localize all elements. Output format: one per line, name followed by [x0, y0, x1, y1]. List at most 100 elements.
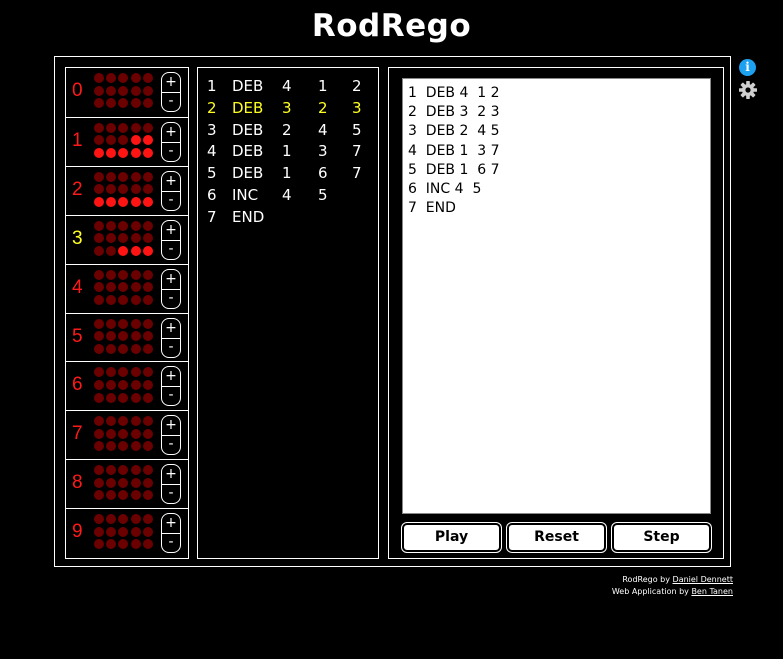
bead [106, 465, 117, 476]
bead [130, 135, 141, 146]
increment-button[interactable]: + [162, 465, 180, 486]
app-title: RodRego [311, 8, 472, 44]
register-row-6: 6 + - [66, 361, 188, 409]
info-icon[interactable]: i [739, 59, 756, 76]
register-stepper: + - [161, 464, 181, 505]
register-stepper: + - [161, 415, 181, 456]
decrement-button[interactable]: - [162, 289, 180, 308]
bead [118, 514, 129, 525]
decrement-button[interactable]: - [162, 92, 180, 111]
bead [142, 539, 153, 550]
bead [94, 294, 104, 305]
register-beads [94, 318, 158, 359]
bead [118, 441, 129, 452]
increment-button[interactable]: + [162, 73, 180, 93]
decrement-button[interactable]: - [162, 484, 180, 503]
webapp-author-link[interactable]: Ben Tanen [691, 587, 733, 596]
bead [142, 122, 153, 133]
bead [94, 428, 104, 439]
program-line-a: 2 [282, 120, 292, 139]
bead [130, 331, 141, 342]
program-line-b: 4 [318, 120, 328, 139]
bead [94, 367, 104, 378]
bead [94, 148, 104, 159]
program-line-op: INC [232, 186, 259, 204]
register-number: 2 [72, 178, 83, 200]
increment-button[interactable]: + [162, 172, 180, 192]
bead [118, 343, 129, 354]
register-stepper: + - [161, 121, 181, 162]
bead [106, 85, 117, 96]
bead [142, 367, 153, 378]
bead [142, 428, 153, 439]
increment-button[interactable]: + [162, 270, 180, 290]
program-editor[interactable] [402, 78, 711, 514]
step-button[interactable]: Step [612, 523, 711, 552]
bead [142, 220, 153, 231]
bead [118, 220, 129, 231]
decrement-button[interactable]: - [162, 142, 180, 161]
increment-button[interactable]: + [162, 221, 180, 241]
reset-button[interactable]: Reset [507, 523, 606, 552]
decrement-button[interactable]: - [162, 191, 180, 210]
bead [94, 490, 104, 501]
bead [94, 465, 104, 476]
bead [106, 171, 117, 182]
decrement-button[interactable]: - [162, 386, 180, 405]
bead [118, 331, 129, 342]
bead [142, 282, 153, 293]
register-beads [94, 171, 158, 212]
program-line: 1 DEB 4 1 2 [198, 77, 378, 99]
bead [142, 441, 153, 452]
bead [130, 233, 141, 244]
decrement-button[interactable]: - [162, 338, 180, 357]
increment-button[interactable]: + [162, 319, 180, 339]
bead [118, 85, 129, 96]
bead [94, 318, 104, 329]
decrement-button[interactable]: - [162, 533, 180, 552]
bead [130, 196, 141, 207]
bead [142, 135, 153, 146]
bead [118, 245, 129, 256]
register-number: 0 [72, 80, 83, 101]
bead [118, 416, 129, 427]
bead [106, 343, 117, 354]
bead [94, 98, 104, 109]
decrement-button[interactable]: - [162, 240, 180, 259]
increment-button[interactable]: + [162, 416, 180, 437]
program-line-num: 5 [207, 164, 217, 183]
decrement-button[interactable]: - [162, 435, 180, 454]
program-line-num: 2 [207, 98, 217, 117]
bead [142, 245, 153, 256]
program-line-a: 4 [282, 186, 292, 204]
bead [94, 184, 104, 195]
play-button[interactable]: Play [402, 523, 501, 552]
bead [130, 318, 141, 329]
credits-line-webapp: Web Application by Ben Tanen [612, 586, 733, 598]
bead [118, 73, 129, 83]
bead [118, 428, 129, 439]
credits-webapp-prefix: Web Application by [611, 587, 692, 596]
program-line-num: 7 [207, 207, 217, 226]
author-link[interactable]: Daniel Dennett [673, 575, 733, 584]
bead [106, 135, 117, 146]
gear-icon[interactable] [738, 80, 758, 100]
register-number: 5 [72, 325, 83, 347]
credits-line-author: RodRego by Daniel Dennett [612, 574, 733, 586]
bead [142, 514, 153, 525]
bead [94, 73, 104, 83]
program-line-num: 1 [207, 77, 217, 95]
increment-button[interactable]: + [162, 123, 180, 143]
increment-button[interactable]: + [162, 367, 180, 388]
bead [130, 379, 141, 390]
program-line-a: 1 [282, 164, 292, 183]
bead [130, 441, 141, 452]
increment-button[interactable]: + [162, 514, 180, 535]
program-line-b: 3 [318, 142, 328, 161]
program-line: 4 DEB 1 3 7 [198, 142, 378, 164]
bead [106, 441, 117, 452]
bead [142, 379, 153, 390]
bead [118, 526, 129, 537]
register-number: 4 [72, 276, 83, 298]
register-number: 1 [72, 129, 83, 151]
